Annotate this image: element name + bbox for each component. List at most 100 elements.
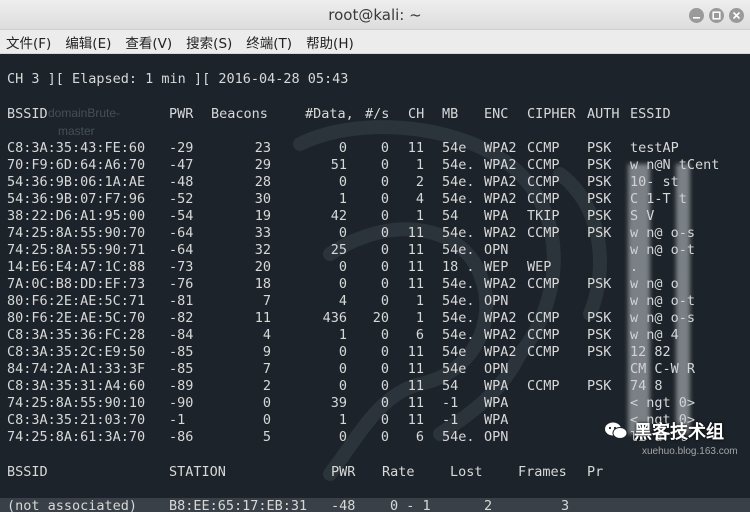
ap-cell-rate: 0 bbox=[380, 140, 389, 156]
menu-terminal[interactable]: 终端(T) bbox=[244, 30, 294, 54]
ap-cell-auth: PSK bbox=[587, 140, 612, 156]
ap-cell-ch: 6 bbox=[415, 429, 424, 445]
ap-cell-beacons: 33 bbox=[254, 225, 271, 241]
ap-cell-bssid: C8:3A:35:43:FE:60 bbox=[7, 140, 146, 156]
station-mac: B8:EE:65:17:EB:31 bbox=[169, 498, 308, 512]
ap-cell-beacons: 0 bbox=[262, 412, 271, 428]
ap-cell-rate: 0 bbox=[380, 174, 389, 190]
menu-help[interactable]: 帮助(H) bbox=[304, 30, 356, 54]
ap-cell-beacons: 7 bbox=[262, 293, 271, 309]
ap-cell-beacons: 19 bbox=[254, 208, 271, 224]
ap-cell-mb: 54e bbox=[442, 344, 467, 360]
ap-cell-mb: 54e. bbox=[442, 276, 475, 292]
menu-search[interactable]: 搜索(S) bbox=[184, 30, 234, 54]
ap-cell-ch: 11 bbox=[407, 395, 424, 411]
ap-cell-ch: 6 bbox=[415, 327, 424, 343]
ap-cell-enc: WPA2 bbox=[484, 276, 517, 292]
col-ch: CH bbox=[408, 106, 425, 122]
ap-cell-cipher: CCMP bbox=[527, 327, 560, 343]
status-text: CH 3 ][ Elapsed: 1 min ][ 2016-04-28 05:… bbox=[7, 71, 349, 87]
ap-cell-rate: 0 bbox=[380, 378, 389, 394]
ap-cell-rate: 0 bbox=[380, 344, 389, 360]
ap-cell-auth: PSK bbox=[587, 327, 612, 343]
ap-cell-pwr: -86 bbox=[169, 429, 194, 445]
menu-edit[interactable]: 编辑(E) bbox=[63, 30, 113, 54]
ap-cell-bssid: 74:25:8A:61:3A:70 bbox=[7, 429, 146, 445]
ap-cell-enc: WPA2 bbox=[484, 310, 517, 326]
title-bar: root@kali: ~ bbox=[0, 0, 750, 30]
ap-cell-data: 0 bbox=[338, 259, 347, 275]
ap-cell-essid: testAP bbox=[630, 140, 679, 156]
ap-cell-mb: 54e. bbox=[442, 174, 475, 190]
close-button[interactable] bbox=[729, 8, 744, 23]
ap-cell-beacons: 4 bbox=[262, 327, 271, 343]
ap-cell-rate: 0 bbox=[380, 259, 389, 275]
ap-cell-cipher: CCMP bbox=[527, 157, 560, 173]
minimize-icon bbox=[693, 17, 700, 19]
ap-cell-enc: WPA bbox=[484, 208, 509, 224]
ap-cell-data: 1 bbox=[338, 412, 347, 428]
ap-cell-pwr: -73 bbox=[169, 259, 194, 275]
ap-cell-data: 0 bbox=[338, 429, 347, 445]
ap-cell-cipher: TKIP bbox=[527, 208, 560, 224]
col-pwr: PWR bbox=[169, 106, 194, 122]
ap-cell-rate: 0 bbox=[380, 429, 389, 445]
ap-cell-ch: 1 bbox=[415, 293, 424, 309]
ap-cell-rate: 0 bbox=[380, 225, 389, 241]
ap-cell-ch: 11 bbox=[407, 412, 424, 428]
ap-cell-beacons: 2 bbox=[262, 378, 271, 394]
maximize-icon bbox=[712, 11, 721, 20]
ap-cell-auth: PSK bbox=[587, 310, 612, 326]
ap-cell-beacons: 23 bbox=[254, 140, 271, 156]
ap-cell-rate: 0 bbox=[380, 327, 389, 343]
ap-cell-bssid: 74:25:8A:55:90:10 bbox=[7, 395, 146, 411]
ap-cell-ch: 11 bbox=[407, 259, 424, 275]
station-row: (not associated) B8:EE:65:17:EB:31 -48 0… bbox=[0, 498, 750, 512]
ap-cell-beacons: 9 bbox=[262, 344, 271, 360]
watermark-url: xuehuo.blog.163.com bbox=[642, 446, 738, 457]
wechat-icon bbox=[605, 422, 628, 439]
ap-cell-data: 51 bbox=[330, 157, 347, 173]
station-table-header: BSSID STATION PWR Rate Lost Frames Pr bbox=[0, 464, 750, 481]
ap-cell-mb: -1 bbox=[442, 395, 459, 411]
ap-cell-bssid: C8:3A:35:31:A4:60 bbox=[7, 378, 146, 394]
window-title: root@kali: ~ bbox=[328, 6, 422, 24]
ap-cell-data: 0 bbox=[338, 344, 347, 360]
minimize-button[interactable] bbox=[689, 8, 704, 23]
ap-cell-beacons: 28 bbox=[254, 174, 271, 190]
ap-cell-pwr: -64 bbox=[169, 225, 194, 241]
menu-view[interactable]: 查看(V) bbox=[123, 30, 174, 54]
ap-cell-ch: 11 bbox=[407, 242, 424, 258]
ap-cell-pwr: -81 bbox=[169, 293, 194, 309]
ap-cell-pwr: -48 bbox=[169, 174, 194, 190]
maximize-button[interactable] bbox=[709, 8, 724, 23]
ap-cell-data: 436 bbox=[322, 310, 347, 326]
ap-cell-rate: 20 bbox=[372, 310, 389, 326]
col-rate: #/s bbox=[365, 106, 390, 122]
ap-cell-data: 25 bbox=[330, 242, 347, 258]
ap-cell-rate: 0 bbox=[380, 293, 389, 309]
ap-cell-mb: 54e. bbox=[442, 327, 475, 343]
col-st-rate: Rate bbox=[382, 464, 415, 480]
ap-cell-mb: 54e. bbox=[442, 191, 475, 207]
close-icon bbox=[732, 11, 741, 20]
ap-cell-rate: 0 bbox=[380, 361, 389, 377]
ap-cell-bssid: 70:F9:6D:64:A6:70 bbox=[7, 157, 146, 173]
ap-cell-enc: WPA2 bbox=[484, 344, 517, 360]
ap-cell-bssid: 14:E6:E4:A7:1C:88 bbox=[7, 259, 146, 275]
col-st-frames: Frames bbox=[518, 464, 567, 480]
col-cipher: CIPHER bbox=[527, 106, 576, 122]
menu-file[interactable]: 文件(F) bbox=[4, 30, 53, 54]
ap-cell-mb: -1 bbox=[442, 412, 459, 428]
ap-cell-beacons: 18 bbox=[254, 276, 271, 292]
ap-cell-bssid: 38:22:D6:A1:95:00 bbox=[7, 208, 146, 224]
ap-cell-rate: 0 bbox=[380, 191, 389, 207]
ap-cell-enc: WPA2 bbox=[484, 327, 517, 343]
col-essid: ESSID bbox=[630, 106, 671, 122]
ap-cell-bssid: 74:25:8A:55:90:71 bbox=[7, 242, 146, 258]
redaction-blur bbox=[676, 164, 690, 434]
ap-cell-pwr: -47 bbox=[169, 157, 194, 173]
ap-row: C8:3A:35:43:FE:60 -29 23 0 0 11 54e WPA2 CCMP PSK… bbox=[0, 140, 750, 157]
ap-table-header: BSSID PWR Beacons #Data, #/s CH MB ENC C… bbox=[0, 106, 750, 123]
ap-cell-auth: PSK bbox=[587, 344, 612, 360]
